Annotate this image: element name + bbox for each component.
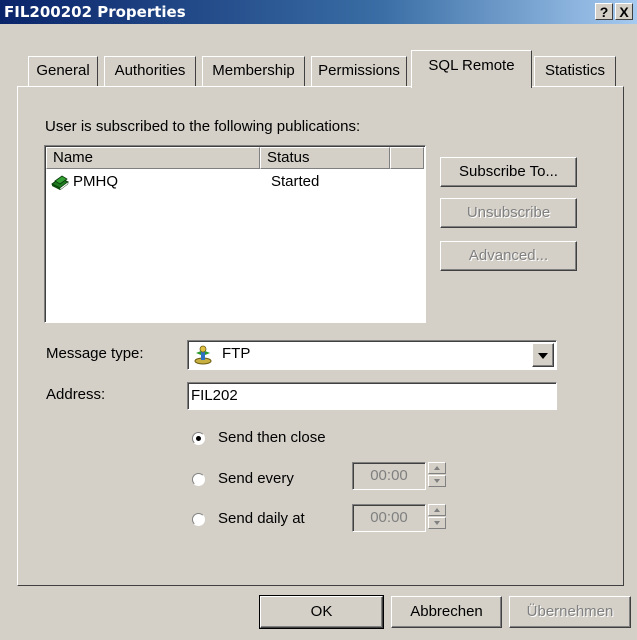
dropdown-button[interactable] bbox=[532, 343, 554, 367]
address-field[interactable]: FIL202 bbox=[187, 382, 557, 410]
title-bar[interactable]: FIL200202 Properties ? X bbox=[0, 0, 637, 24]
tab-permissions[interactable]: Permissions bbox=[311, 56, 407, 86]
radio-indicator bbox=[192, 432, 205, 445]
publication-status: Started bbox=[271, 173, 320, 190]
send-daily-label: Send daily at bbox=[218, 510, 305, 527]
apply-button[interactable]: Übernehmen bbox=[509, 596, 631, 628]
spin-down-icon bbox=[434, 479, 440, 483]
cancel-button[interactable]: Abbrechen bbox=[391, 596, 502, 628]
advanced-button[interactable]: Advanced... bbox=[440, 241, 577, 271]
tab-general[interactable]: General bbox=[28, 56, 98, 86]
publication-book-icon bbox=[50, 174, 70, 191]
ftp-icon bbox=[193, 345, 213, 365]
send-daily-down[interactable] bbox=[428, 517, 446, 529]
ok-button[interactable]: OK bbox=[259, 595, 384, 629]
send-every-time[interactable]: 00:00 bbox=[352, 462, 426, 490]
list-item[interactable]: PMHQ Started bbox=[46, 171, 424, 193]
message-type-label: Message type: bbox=[46, 345, 144, 362]
help-button[interactable]: ? bbox=[595, 3, 613, 20]
radio-send-daily[interactable]: Send daily at bbox=[192, 509, 342, 531]
tab-sql-remote[interactable]: SQL Remote bbox=[411, 50, 532, 88]
send-every-label: Send every bbox=[218, 470, 294, 487]
publication-name: PMHQ bbox=[73, 173, 118, 190]
radio-send-every[interactable]: Send every bbox=[192, 469, 342, 491]
spin-up-icon bbox=[434, 466, 440, 470]
radio-indicator bbox=[192, 473, 205, 486]
spin-down-icon bbox=[434, 521, 440, 525]
radio-send-then-close[interactable]: Send then close bbox=[192, 428, 392, 450]
close-button[interactable]: X bbox=[615, 3, 633, 20]
send-daily-up[interactable] bbox=[428, 504, 446, 516]
window-title: FIL200202 Properties bbox=[4, 3, 186, 21]
subscribe-to-button[interactable]: Subscribe To... bbox=[440, 157, 577, 187]
tab-authorities[interactable]: Authorities bbox=[104, 56, 196, 86]
send-then-close-label: Send then close bbox=[218, 429, 326, 446]
tab-membership[interactable]: Membership bbox=[202, 56, 305, 86]
column-header-blank[interactable] bbox=[390, 147, 424, 169]
radio-indicator bbox=[192, 513, 205, 526]
spin-up-icon bbox=[434, 508, 440, 512]
message-type-select[interactable]: FTP bbox=[187, 340, 557, 370]
chevron-down-icon bbox=[538, 353, 548, 359]
send-every-up[interactable] bbox=[428, 462, 446, 474]
tab-statistics[interactable]: Statistics bbox=[534, 56, 616, 86]
subscriptions-caption: User is subscribed to the following publ… bbox=[45, 118, 361, 135]
column-header-status[interactable]: Status bbox=[260, 147, 390, 169]
message-type-value: FTP bbox=[222, 345, 251, 362]
send-every-down[interactable] bbox=[428, 475, 446, 487]
send-daily-time[interactable]: 00:00 bbox=[352, 504, 426, 532]
column-header-name[interactable]: Name bbox=[46, 147, 260, 169]
address-label: Address: bbox=[46, 386, 106, 403]
unsubscribe-button[interactable]: Unsubscribe bbox=[440, 198, 577, 228]
